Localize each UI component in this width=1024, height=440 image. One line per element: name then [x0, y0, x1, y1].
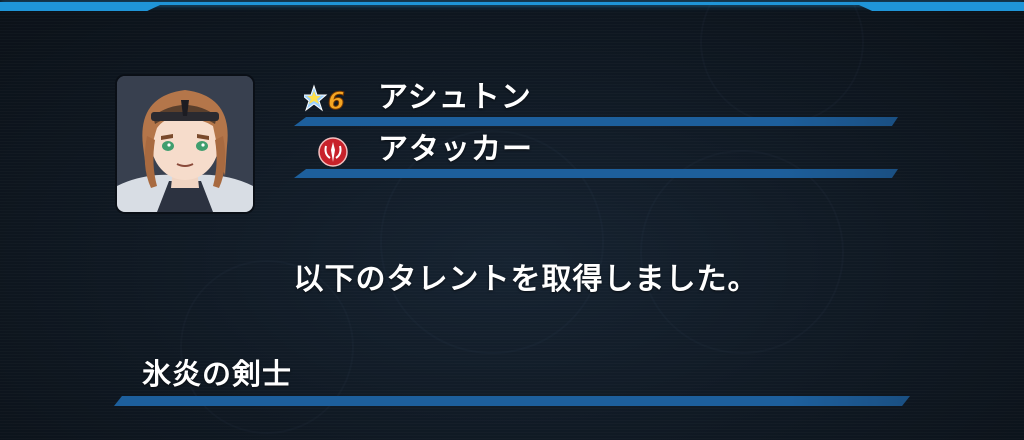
- top-frame-right-lip: [859, 5, 1024, 11]
- top-frame: [0, 0, 1024, 14]
- character-portrait: [117, 76, 253, 212]
- talent-name: 氷炎の剣士: [142, 357, 293, 391]
- character-name: アシュトン: [378, 80, 532, 115]
- top-frame-left-lip: [0, 5, 160, 11]
- character-name-row: 6 アシュトン: [294, 78, 898, 126]
- role-underline-bar: [294, 169, 898, 178]
- name-underline-bar: [294, 117, 898, 126]
- star-rarity-icon: 6: [300, 84, 360, 116]
- talent-row: 氷炎の剣士: [114, 354, 910, 406]
- talent-underline-bar: [114, 396, 910, 406]
- attacker-crest-icon: [304, 136, 360, 167]
- talent-acquired-panel: 6 アシュトン アタッカー 以下のタレントを取得しました。 氷炎の剣士: [0, 0, 1024, 440]
- background-ring: [640, 150, 844, 354]
- rarity-number: 6: [328, 87, 345, 114]
- character-role: アタッカー: [378, 132, 533, 167]
- character-role-row: アタッカー: [294, 130, 898, 178]
- acquired-message: 以下のタレントを取得しました。: [293, 262, 759, 297]
- top-frame-line: [0, 2, 1024, 5]
